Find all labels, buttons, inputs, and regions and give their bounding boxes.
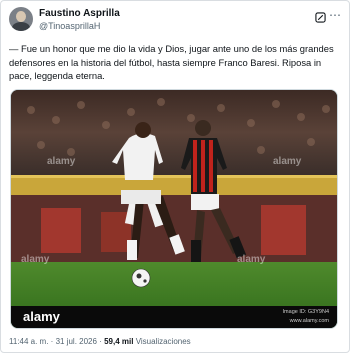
tweet-card: Faustino Asprilla @TinoasprillaH ⋯ — Fue… xyxy=(0,0,350,353)
alamy-logo: alamy xyxy=(23,309,60,324)
tweet-text: — Fue un honor que me dio la vida y Dios… xyxy=(9,43,334,82)
watermark: alamy xyxy=(273,156,302,167)
tweet-media-photo[interactable]: alamy alamy alamy alamy alamy Image ID: … xyxy=(10,89,338,329)
avatar[interactable] xyxy=(9,7,33,31)
grok-icon[interactable] xyxy=(315,12,326,23)
image-id: Image ID: G3Y9N4 xyxy=(282,309,329,315)
separator: · xyxy=(50,337,54,346)
author-block[interactable]: Faustino Asprilla @TinoasprillaH xyxy=(39,8,120,32)
views-count: 59,4 mil xyxy=(104,337,134,346)
more-options-icon[interactable]: ⋯ xyxy=(329,9,341,22)
views-label: Visualizaciones xyxy=(135,337,191,346)
separator: · xyxy=(99,337,102,346)
football-photo xyxy=(11,90,337,328)
alamy-site: www.alamy.com xyxy=(289,318,329,324)
display-name[interactable]: Faustino Asprilla xyxy=(39,8,120,20)
watermark: alamy xyxy=(47,156,76,167)
user-handle[interactable]: @TinoasprillaH xyxy=(39,20,120,32)
watermark: alamy xyxy=(237,254,266,265)
tweet-metadata: 11:44 a. m. · 31 jul. 2026 · 59,4 mil Vi… xyxy=(9,336,191,347)
tweet-date[interactable]: 31 jul. 2026 xyxy=(56,337,97,346)
tweet-header: Faustino Asprilla @TinoasprillaH ⋯ xyxy=(9,7,341,35)
watermark: alamy xyxy=(21,254,50,265)
tweet-time[interactable]: 11:44 a. m. xyxy=(9,337,48,346)
